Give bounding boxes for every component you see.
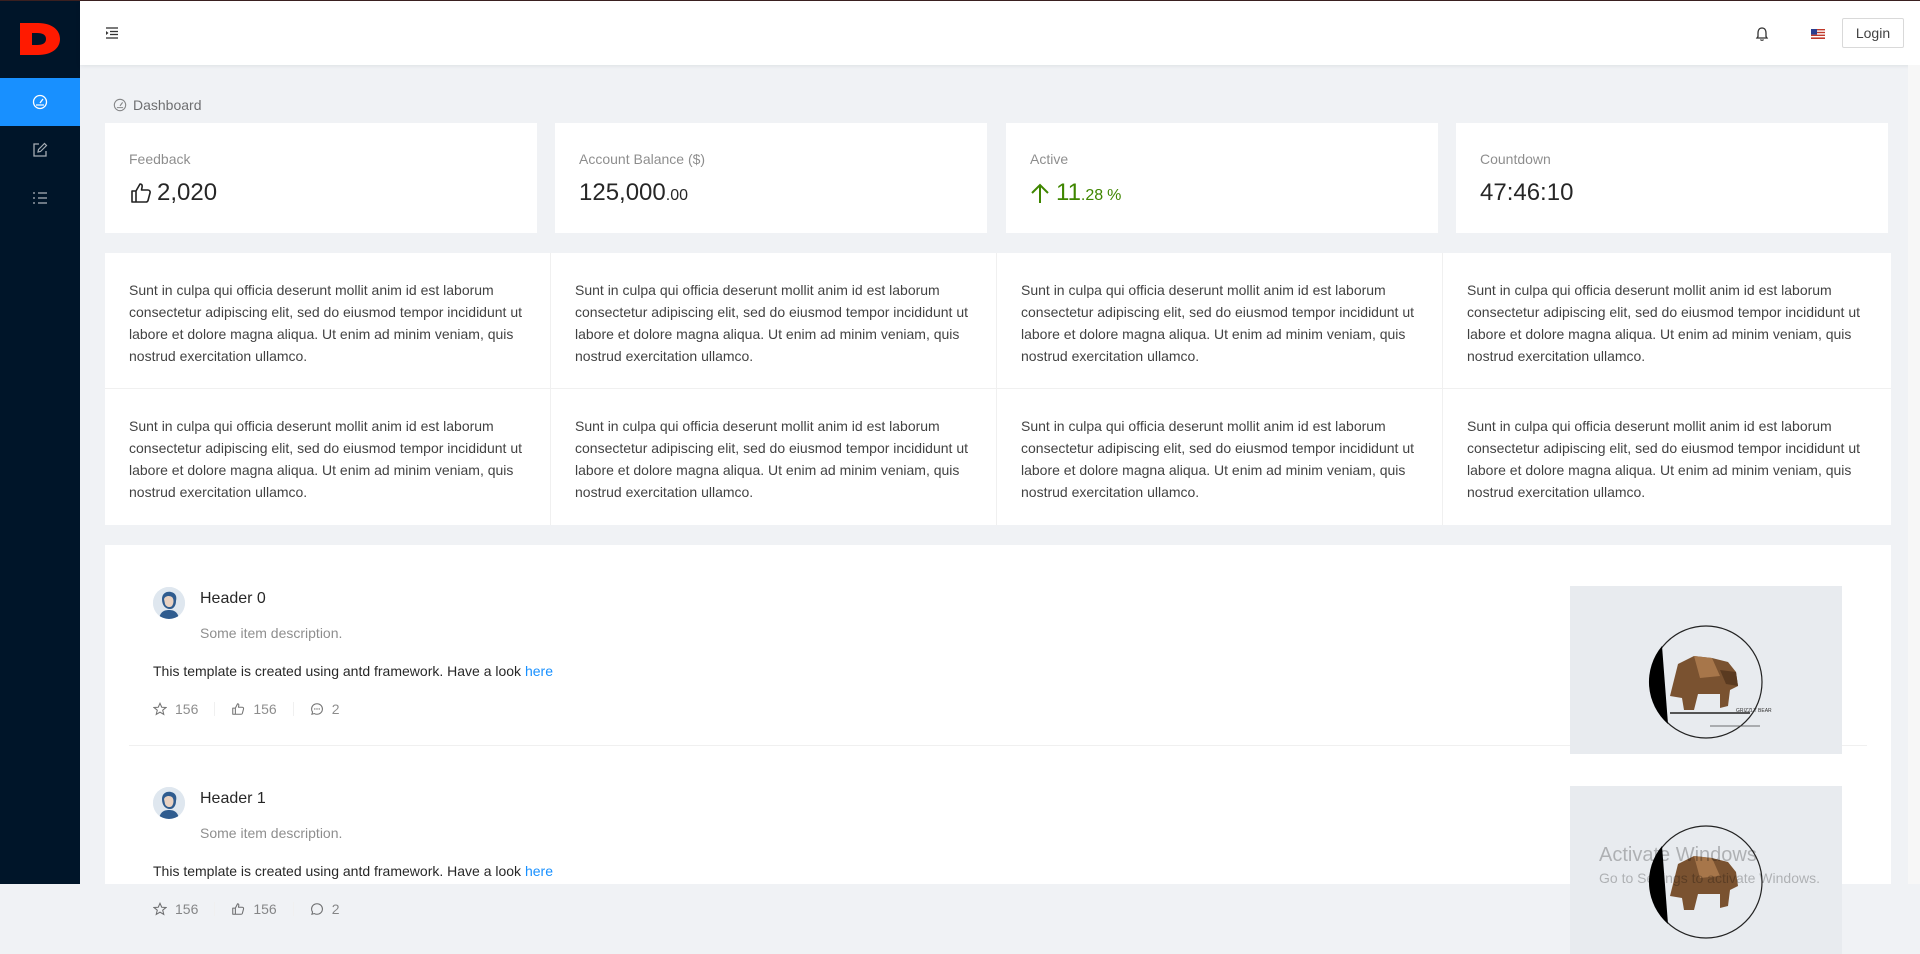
like-action[interactable]: 156: [231, 901, 277, 917]
comment-count: 2: [331, 701, 340, 717]
sidebar-item-form[interactable]: [0, 126, 80, 174]
item-title[interactable]: Header 0: [200, 590, 266, 608]
menu-fold-icon[interactable]: [104, 25, 120, 41]
dashboard-icon: [32, 94, 48, 110]
bell-icon[interactable]: [1754, 26, 1770, 42]
top-header: Login: [80, 1, 1920, 65]
grid-cell: Sunt in culpa qui officia deserunt molli…: [997, 389, 1443, 525]
here-link[interactable]: here: [525, 663, 553, 679]
like-count: 156: [253, 701, 277, 717]
stat-title: Countdown: [1480, 151, 1551, 167]
list-item: Header 0 Some item description. This tem…: [129, 545, 1867, 754]
grid-cell: Sunt in culpa qui officia deserunt molli…: [997, 253, 1443, 389]
list-icon: [33, 192, 47, 204]
stat-card-countdown: Countdown 47:46:10: [1456, 123, 1888, 233]
message-icon: [310, 903, 323, 916]
action-divider: [214, 902, 216, 916]
item-content-text: This template is created using antd fram…: [153, 863, 522, 879]
stat-card-balance: Account Balance ($) 125,000.00: [555, 123, 987, 233]
action-divider: [292, 702, 294, 716]
user-portrait-icon: [153, 587, 185, 619]
action-divider: [292, 902, 294, 916]
star-icon: [153, 902, 167, 916]
stat-value: 125,000.00: [579, 179, 963, 207]
star-icon: [153, 702, 167, 716]
grid-card: Sunt in culpa qui officia deserunt molli…: [105, 253, 1891, 525]
grid-cell: Sunt in culpa qui officia deserunt molli…: [105, 253, 551, 389]
here-link[interactable]: here: [525, 863, 553, 879]
stat-value: 11.28%: [1030, 179, 1414, 207]
item-title[interactable]: Header 1: [200, 790, 266, 808]
arrow-up-icon: [1031, 183, 1049, 203]
countdown-value: 47:46:10: [1480, 179, 1574, 206]
star-action[interactable]: 156: [153, 901, 198, 917]
grid-cell: Sunt in culpa qui officia deserunt molli…: [551, 253, 997, 389]
like-icon: [131, 183, 151, 203]
stat-card-feedback: Feedback 2,020: [105, 123, 537, 233]
item-image: GRIZZLY BEAR: [1570, 586, 1842, 754]
grizzly-bear-illustration: GRIZZLY BEAR: [1648, 625, 1772, 739]
stat-title: Active: [1030, 151, 1069, 167]
avatar[interactable]: [153, 587, 185, 619]
stat-card-active: Active 11.28%: [1006, 123, 1438, 233]
page-scrollbar[interactable]: [1908, 65, 1920, 884]
window-top-border: [0, 0, 1920, 1]
comment-count: 2: [331, 901, 340, 917]
balance-integer: 125,000: [579, 179, 666, 206]
comment-action[interactable]: 2: [310, 701, 340, 717]
sidebar-item-dashboard[interactable]: [0, 78, 80, 126]
image-caption: GRIZZLY BEAR: [1736, 708, 1772, 714]
item-content-text: This template is created using antd fram…: [153, 663, 522, 679]
sidebar: [0, 0, 80, 884]
like-icon: [232, 703, 245, 715]
grid-cell: Sunt in culpa qui officia deserunt molli…: [105, 389, 551, 525]
activate-windows-title: Activate Windows: [1599, 844, 1757, 866]
item-description: Some item description.: [200, 625, 343, 641]
user-portrait-icon: [153, 787, 185, 819]
stat-value: 2,020: [129, 179, 513, 207]
app-logo[interactable]: [0, 0, 80, 78]
comment-action[interactable]: 2: [310, 901, 340, 917]
star-action[interactable]: 156: [153, 701, 198, 717]
login-button[interactable]: Login: [1842, 18, 1904, 48]
grid-cell: Sunt in culpa qui officia deserunt molli…: [551, 389, 997, 525]
breadcrumb: Dashboard: [113, 97, 202, 113]
stat-title: Feedback: [129, 151, 191, 167]
form-icon: [33, 142, 48, 157]
active-integer: 11: [1056, 179, 1081, 206]
dashboard-icon: [113, 98, 127, 112]
item-content: This template is created using antd fram…: [153, 663, 553, 679]
item-description: Some item description.: [200, 825, 343, 841]
breadcrumb-label[interactable]: Dashboard: [133, 97, 202, 113]
star-count: 156: [175, 701, 199, 717]
balance-decimals: .00: [665, 187, 689, 204]
grid-cell: Sunt in culpa qui officia deserunt molli…: [1467, 418, 1860, 500]
item-actions: 156 156 2: [153, 901, 340, 917]
active-suffix: %: [1107, 187, 1122, 204]
like-count: 156: [253, 901, 277, 917]
star-count: 156: [175, 901, 199, 917]
stat-value: 47:46:10: [1480, 179, 1864, 207]
article-list: Header 0 Some item description. This tem…: [105, 545, 1891, 954]
item-content: This template is created using antd fram…: [153, 863, 553, 879]
us-flag-icon[interactable]: [1811, 29, 1825, 39]
stat-title: Account Balance ($): [579, 151, 706, 167]
item-actions: 156 156 2: [153, 701, 340, 717]
active-decimals: .28: [1080, 187, 1104, 204]
logo-d-icon: [20, 23, 60, 55]
avatar[interactable]: [153, 787, 185, 819]
grid-cell: Sunt in culpa qui officia deserunt molli…: [1443, 253, 1891, 389]
feedback-count: 2,020: [157, 179, 218, 206]
like-action[interactable]: 156: [231, 701, 277, 717]
message-icon: [310, 703, 323, 716]
action-divider: [214, 702, 216, 716]
sidebar-item-list[interactable]: [0, 174, 80, 222]
like-icon: [232, 903, 245, 915]
